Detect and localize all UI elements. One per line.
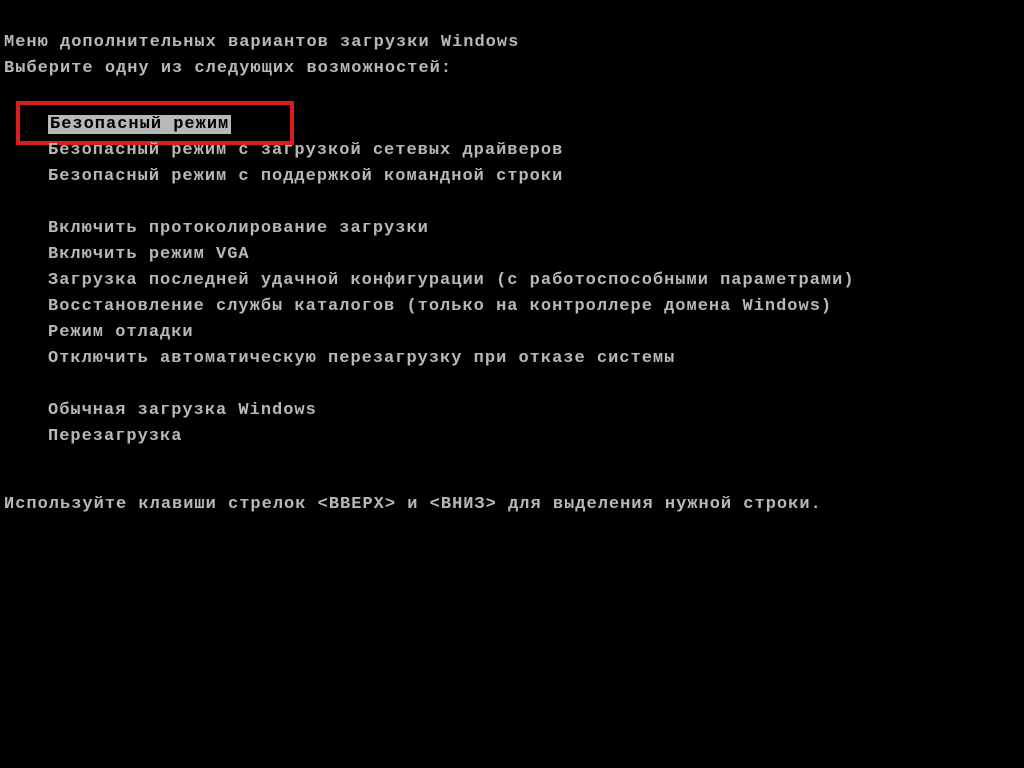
boot-option-label: Безопасный режим с загрузкой сетевых дра… — [48, 141, 563, 160]
menu-group: Безопасный режим Безопасный режим с загру… — [48, 112, 1024, 190]
boot-option[interactable]: Режим отладки — [48, 320, 1024, 346]
boot-option-label: Включить протоколирование загрузки — [48, 219, 429, 238]
boot-option[interactable]: Безопасный режим с поддержкой командной … — [48, 164, 1024, 190]
boot-option-label: Отключить автоматическую перезагрузку пр… — [48, 349, 675, 368]
boot-option-label: Перезагрузка — [48, 427, 182, 446]
boot-option-label: Режим отладки — [48, 323, 194, 342]
boot-option-label: Загрузка последней удачной конфигурации … — [48, 271, 855, 290]
menu-subtitle: Выберите одну из следующих возможностей: — [0, 56, 1024, 82]
boot-option[interactable]: Включить режим VGA — [48, 242, 1024, 268]
menu-group: Включить протоколирование загрузки Включи… — [48, 216, 1024, 372]
boot-option-label: Безопасный режим — [48, 115, 231, 134]
boot-option[interactable]: Безопасный режим — [48, 112, 1024, 138]
boot-option[interactable]: Загрузка последней удачной конфигурации … — [48, 268, 1024, 294]
boot-option-label: Включить режим VGA — [48, 245, 250, 264]
boot-option-label: Обычная загрузка Windows — [48, 401, 317, 420]
boot-option[interactable]: Безопасный режим с загрузкой сетевых дра… — [48, 138, 1024, 164]
boot-option[interactable]: Перезагрузка — [48, 424, 1024, 450]
boot-menu: Безопасный режим Безопасный режим с загру… — [0, 112, 1024, 450]
menu-title: Меню дополнительных вариантов загрузки W… — [0, 30, 1024, 56]
menu-group: Обычная загрузка Windows Перезагрузка — [48, 398, 1024, 450]
boot-option[interactable]: Включить протоколирование загрузки — [48, 216, 1024, 242]
boot-option-label: Безопасный режим с поддержкой командной … — [48, 167, 563, 186]
boot-option-label: Восстановление службы каталогов (только … — [48, 297, 832, 316]
boot-option[interactable]: Обычная загрузка Windows — [48, 398, 1024, 424]
boot-option[interactable]: Отключить автоматическую перезагрузку пр… — [48, 346, 1024, 372]
boot-option[interactable]: Восстановление службы каталогов (только … — [48, 294, 1024, 320]
footer-instructions: Используйте клавиши стрелок <ВВЕРХ> и <В… — [0, 492, 1024, 518]
